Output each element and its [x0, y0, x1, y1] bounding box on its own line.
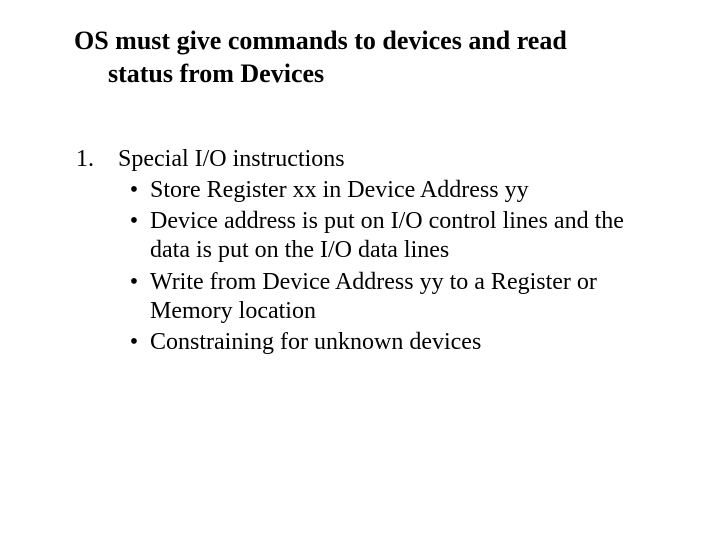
list-item-text: Write from Device Address yy to a Regist… [150, 268, 660, 327]
list-item: • Write from Device Address yy to a Regi… [118, 268, 660, 327]
bullet-icon: • [118, 268, 150, 327]
list-item: • Store Register xx in Device Address yy [118, 176, 660, 205]
bullet-icon: • [118, 207, 150, 266]
list-item-text: Store Register xx in Device Address yy [150, 176, 660, 205]
number-marker: 1. [70, 145, 118, 174]
list-item: • Constraining for unknown devices [118, 328, 660, 357]
title-line-2: status from Devices [74, 57, 660, 90]
title-line-1: OS must give commands to devices and rea… [74, 26, 567, 55]
slide-title: OS must give commands to devices and rea… [70, 24, 660, 91]
list-item-text: Device address is put on I/O control lin… [150, 207, 660, 266]
slide-body: 1. Special I/O instructions • Store Regi… [70, 145, 660, 358]
bullet-list: • Store Register xx in Device Address yy… [70, 176, 660, 358]
numbered-item: 1. Special I/O instructions [70, 145, 660, 174]
list-item: • Device address is put on I/O control l… [118, 207, 660, 266]
list-item-text: Constraining for unknown devices [150, 328, 660, 357]
bullet-icon: • [118, 176, 150, 205]
slide: OS must give commands to devices and rea… [0, 0, 720, 540]
numbered-item-text: Special I/O instructions [118, 145, 660, 174]
bullet-icon: • [118, 328, 150, 357]
